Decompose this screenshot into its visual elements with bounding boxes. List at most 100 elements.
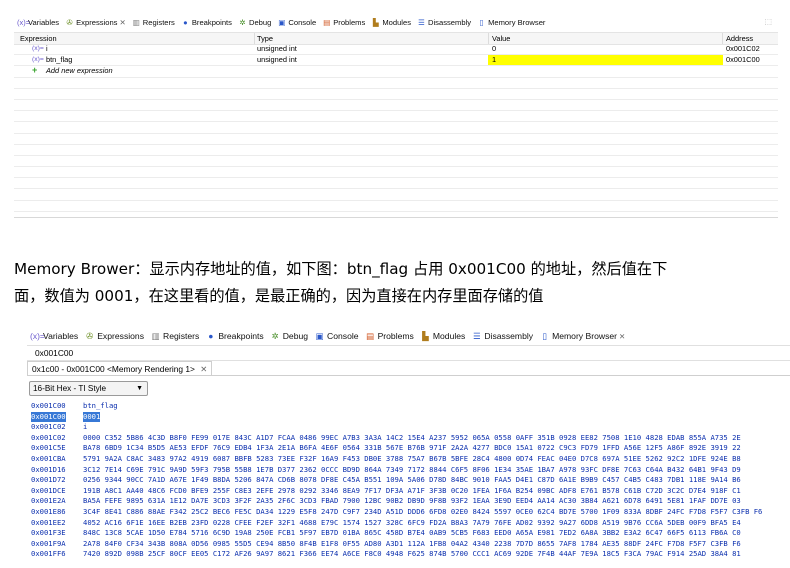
- memory-row[interactable]: 0x001E2A BA5A FEFE 9895 631A 1E12 DA7E 3…: [31, 496, 790, 507]
- address-input[interactable]: 0x001C00: [27, 345, 790, 361]
- memory-address: 0x001D72: [31, 475, 66, 485]
- tab-disassembly[interactable]: ☰ Disassembly: [414, 14, 474, 31]
- tab-disassembly[interactable]: ☰ Disassembly: [468, 327, 536, 345]
- memory-address: 0x001DCE: [31, 485, 66, 495]
- memory-row[interactable]: 0x001F9A 2A78 84F0 CF34 343B 808A 0D56 0…: [31, 539, 790, 550]
- tab-label: Modules: [382, 18, 412, 27]
- memory-address: 0x001CBA: [31, 453, 66, 463]
- memory-data: 0000 C352 5B86 4C3D B8F0 FE99 017E 843C …: [83, 432, 741, 442]
- empty-row: [14, 189, 778, 201]
- empty-row: [14, 122, 778, 134]
- value-cell[interactable]: 1: [492, 55, 496, 65]
- tab-breakpoints[interactable]: ● Breakpoints: [202, 327, 266, 345]
- paragraph-line: 面，数值为 0001，在这里看的值，是最正确的，因为直接在内存里面存储的值: [14, 287, 544, 305]
- value-cell[interactable]: 0: [492, 44, 496, 54]
- memory-row[interactable]: [31, 560, 790, 568]
- memory-address: 0x001E86: [31, 506, 66, 516]
- memory-row[interactable]: 0x001E86 3C4F 8E41 C886 88AE F342 25C2 B…: [31, 507, 790, 518]
- memory-row[interactable]: 0x001DCE 191B A8C1 AA40 48C6 FCD0 BFE9 2…: [31, 486, 790, 497]
- tab-expressions[interactable]: ✇ Expressions ✕: [62, 14, 129, 31]
- memory-table: 0x001C00 btn_flag 0x001C00 0001 0x001C02…: [31, 401, 790, 568]
- column-header-value[interactable]: Value: [492, 33, 510, 44]
- view-menu-icon[interactable]: ⬚: [764, 17, 772, 26]
- memory-address: 0x001F3E: [31, 528, 66, 538]
- memory-row[interactable]: 0x001FF6 7420 892D 098B 25CF 80CF EE05 C…: [31, 549, 790, 560]
- memory-row[interactable]: 0x001CBA 5791 9A2A C8AC 3483 97A2 4919 6…: [31, 454, 790, 465]
- close-icon[interactable]: ✕: [200, 364, 207, 374]
- tab-memory-browser[interactable]: ▯ Memory Browser ✕: [536, 327, 628, 345]
- disassembly-icon: ☰: [473, 330, 481, 341]
- memory-address: 0x001C00: [31, 411, 66, 423]
- tab-debug[interactable]: ✲ Debug: [235, 14, 274, 31]
- tab-label: Breakpoints: [218, 331, 264, 341]
- column-header-expression[interactable]: Expression: [20, 33, 57, 44]
- memory-data: 3C4F 8E41 C886 88AE F342 25C2 BEC6 FE5C …: [83, 506, 763, 516]
- tab-modules[interactable]: ▙ Modules: [417, 327, 468, 345]
- empty-row: [14, 78, 778, 89]
- column-header-type[interactable]: Type: [257, 33, 273, 44]
- table-row[interactable]: (x)= btn_flag unsigned int 1 0x001C00: [14, 55, 778, 67]
- memory-address: 0x001FF6: [31, 549, 66, 559]
- tab-registers[interactable]: ▥ Registers: [129, 14, 178, 31]
- view-tab-bar: (x)= Variables ✇ Expressions ▥ Registers…: [27, 327, 790, 345]
- add-new-expression-label[interactable]: Add new expression: [46, 66, 113, 76]
- memory-row[interactable]: 0x001C5E BA78 6BD9 1C34 B5D5 AE53 EFDF 7…: [31, 443, 790, 454]
- tab-label: Memory Browser: [488, 18, 546, 27]
- tab-label: Debug: [282, 331, 309, 341]
- tab-registers[interactable]: ▥ Registers: [147, 327, 202, 345]
- changed-value-highlight: [488, 55, 723, 66]
- tab-label: Debug: [248, 18, 272, 27]
- tab-label: Breakpoints: [191, 18, 232, 27]
- variables-icon: (x)=: [30, 330, 45, 341]
- paragraph-line: Memory Brower：显示内存地址的值，如下图：btn_flag 占用 0…: [14, 260, 668, 278]
- tab-variables[interactable]: (x)= Variables: [27, 327, 81, 345]
- breakpoints-icon: ●: [183, 18, 188, 27]
- tab-variables[interactable]: (x)= Variables: [14, 14, 62, 31]
- memory-row[interactable]: 0x001C00 btn_flag: [31, 401, 790, 412]
- view-tab-bar: (x)= Variables ✇ Expressions ✕ ▥ Registe…: [14, 14, 778, 31]
- expressions-icon: ✇: [86, 330, 94, 341]
- memory-data: 7420 892D 098B 25CF 80CF EE05 C172 AF26 …: [83, 549, 741, 559]
- tab-console[interactable]: ▣ Console: [311, 327, 362, 345]
- close-icon[interactable]: ✕: [619, 332, 625, 341]
- tab-problems[interactable]: ▤ Problems: [362, 327, 417, 345]
- tab-label: Registers: [163, 331, 200, 341]
- memory-row[interactable]: 0x001F3E 848C 13C8 5CAE 1D50 E784 5716 6…: [31, 528, 790, 539]
- tab-console[interactable]: ▣ Console: [274, 14, 319, 31]
- tab-label: Disassembly: [428, 18, 472, 27]
- address-input-value: 0x001C00: [35, 348, 74, 358]
- breakpoints-icon: ●: [208, 330, 214, 341]
- memory-row-selected[interactable]: 0x001C00 0001: [31, 411, 790, 423]
- tab-breakpoints[interactable]: ● Breakpoints: [178, 14, 235, 31]
- explanation-text: Memory Brower：显示内存地址的值，如下图：btn_flag 占用 0…: [14, 256, 784, 310]
- column-header-address[interactable]: Address: [726, 33, 753, 44]
- add-expression-row[interactable]: + Add new expression: [14, 65, 778, 78]
- memory-row[interactable]: 0x001EE2 4052 AC16 6F1E 16EE B2EB 23FD 0…: [31, 518, 790, 529]
- tab-label: Registers: [142, 18, 175, 27]
- memory-browser-icon: ▯: [542, 330, 547, 341]
- close-icon[interactable]: ✕: [119, 18, 125, 27]
- tab-expressions[interactable]: ✇ Expressions: [81, 327, 147, 345]
- tab-debug[interactable]: ✲ Debug: [267, 327, 311, 345]
- format-dropdown[interactable]: 16-Bit Hex - TI Style ▼: [29, 381, 148, 396]
- variables-icon: (x)=: [17, 18, 31, 27]
- memory-rendering-tab[interactable]: 0x1c00 - 0x001C00 <Memory Rendering 1> ✕: [27, 361, 213, 376]
- tab-modules[interactable]: ▙ Modules: [368, 14, 414, 31]
- tab-label: Modules: [432, 331, 466, 341]
- memory-data: 191B A8C1 AA40 48C6 FCD0 BFE9 255F C8E3 …: [83, 485, 741, 495]
- memory-row[interactable]: 0x001D16 3C12 7E14 C69E 791C 9A9D 59F3 7…: [31, 465, 790, 476]
- memory-row[interactable]: 0x001C02 i: [31, 422, 790, 433]
- variable-icon: (x)=: [32, 45, 44, 52]
- table-row[interactable]: (x)= i unsigned int 0 0x001C02: [14, 44, 778, 56]
- empty-row: [14, 201, 778, 212]
- empty-row: [14, 134, 778, 145]
- tab-memory-browser[interactable]: ▯ Memory Browser: [474, 14, 548, 31]
- memory-address: 0x001EE2: [31, 517, 66, 527]
- tab-problems[interactable]: ▤ Problems: [319, 14, 368, 31]
- memory-row[interactable]: 0x001C02 0000 C352 5B86 4C3D B8F0 FE99 0…: [31, 433, 790, 444]
- memory-row[interactable]: 0x001D72 0256 9344 90CC 7A1D A67E 1F49 B…: [31, 475, 790, 486]
- format-selected-value: 16-Bit Hex - TI Style: [33, 384, 107, 393]
- memory-browser-view: (x)= Variables ✇ Expressions ▥ Registers…: [27, 325, 790, 568]
- memory-value: 0001: [83, 411, 101, 423]
- empty-row: [14, 167, 778, 179]
